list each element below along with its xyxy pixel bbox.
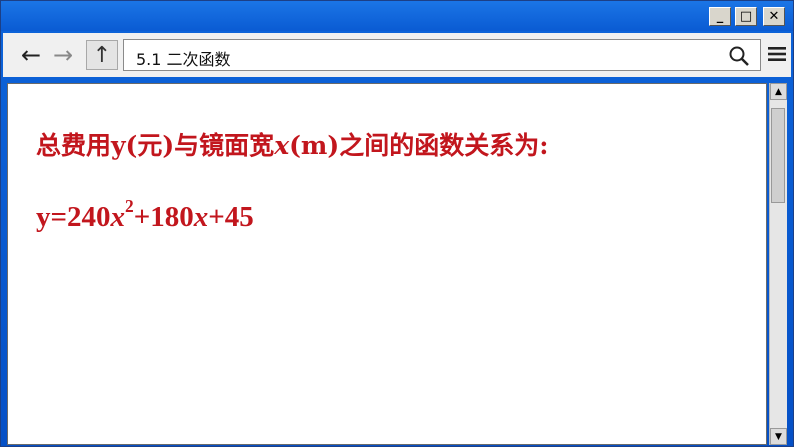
eq-part3: +45 xyxy=(208,200,254,233)
toolbar: ← → ↑ 5.1 二次函数 xyxy=(3,33,791,77)
description-text: 总费用y(元)与镜面宽x(m)之间的函数关系为: xyxy=(36,126,548,162)
scroll-up-button[interactable]: ▲ xyxy=(770,83,787,100)
eq-var2: x xyxy=(193,200,209,233)
vertical-scrollbar[interactable]: ▲ ▼ xyxy=(769,83,787,445)
variable-x: x xyxy=(274,131,290,160)
browser-window: _ □ ✕ ← → ↑ 5.1 二次函数 总费用y(元)与镜面宽x(m)之间的函… xyxy=(0,0,794,447)
scroll-down-button[interactable]: ▼ xyxy=(770,428,787,445)
eq-part1: y=240 xyxy=(36,200,111,233)
content-area: 总费用y(元)与镜面宽x(m)之间的函数关系为: y=240x2+180x+45 xyxy=(7,83,767,445)
line1-prefix: 总费用y(元)与镜面宽 xyxy=(36,131,275,160)
menu-icon[interactable] xyxy=(767,44,787,64)
maximize-button[interactable]: □ xyxy=(735,7,757,26)
back-button[interactable]: ← xyxy=(17,41,45,69)
eq-var1: x xyxy=(110,200,126,233)
line1-suffix: (m)之间的函数关系为: xyxy=(289,131,549,160)
address-text: 5.1 二次函数 xyxy=(136,50,231,69)
scroll-thumb[interactable] xyxy=(771,108,785,203)
eq-exponent: 2 xyxy=(125,196,134,216)
eq-part2: +180 xyxy=(133,200,194,233)
up-button[interactable]: ↑ xyxy=(86,40,118,70)
search-icon[interactable] xyxy=(728,45,750,67)
close-button[interactable]: ✕ xyxy=(763,7,785,26)
address-bar[interactable]: 5.1 二次函数 xyxy=(123,39,761,71)
minimize-button[interactable]: _ xyxy=(709,7,731,26)
title-bar[interactable]: _ □ ✕ xyxy=(1,1,793,31)
forward-button[interactable]: → xyxy=(49,41,77,69)
equation: y=240x2+180x+45 xyxy=(36,196,254,234)
